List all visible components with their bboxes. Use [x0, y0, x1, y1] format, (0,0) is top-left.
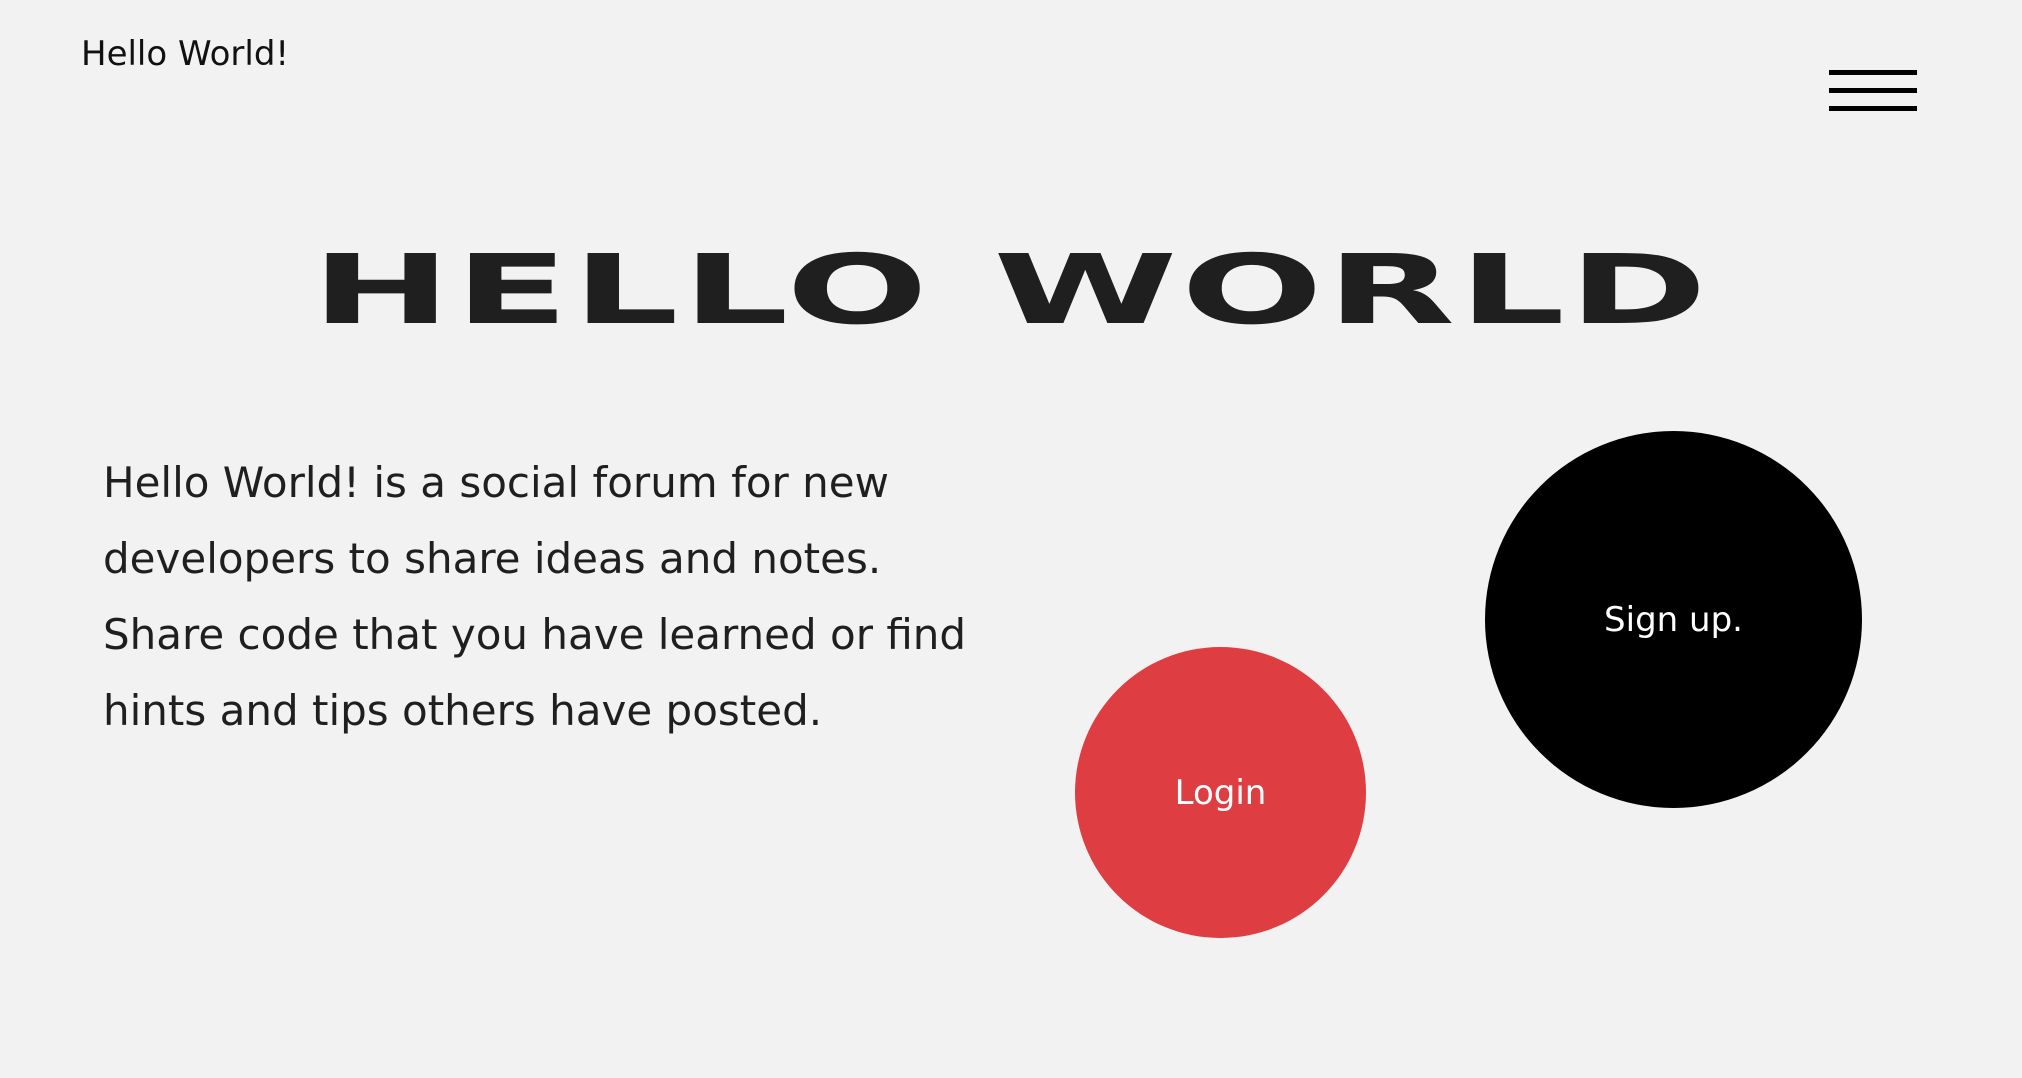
hamburger-menu-icon-bar — [1829, 70, 1917, 75]
login-button-label: Login — [1174, 772, 1267, 813]
signup-button-label: Sign up. — [1604, 599, 1743, 640]
hamburger-menu-icon-bar — [1829, 106, 1917, 111]
hamburger-menu-icon-bar — [1829, 88, 1917, 93]
brand-logo-text[interactable]: Hello World! — [81, 32, 289, 76]
hero-description: Hello World! is a social forum for new d… — [103, 458, 967, 735]
signup-button[interactable]: Sign up. — [1485, 431, 1862, 808]
hamburger-menu-button[interactable] — [1829, 68, 1917, 114]
login-button[interactable]: Login — [1075, 647, 1366, 938]
hero-title: HELLO WORLD — [311, 234, 1711, 346]
